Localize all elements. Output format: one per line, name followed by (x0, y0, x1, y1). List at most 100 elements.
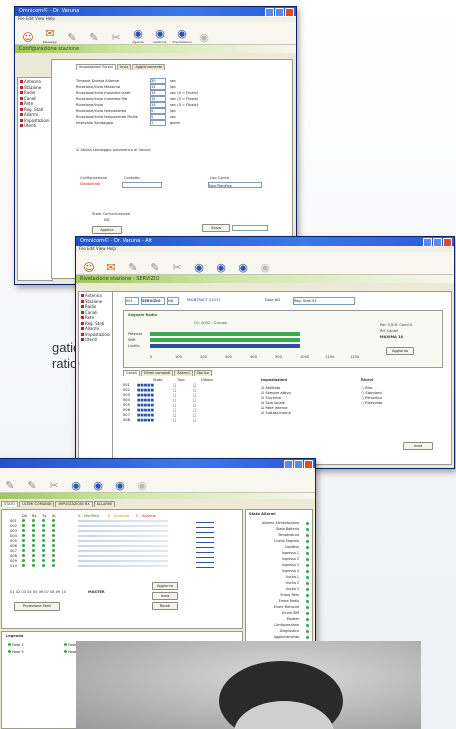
tab-history[interactable]: Storico (193, 370, 212, 376)
toolbar-agenda-button[interactable]: ◉ Agenda (127, 24, 149, 45)
status-dot (306, 629, 309, 633)
toolbar-settings-button[interactable]: ◉ (232, 254, 254, 274)
maximize-button[interactable] (433, 238, 442, 247)
refresh-button[interactable]: Aggiorna (386, 347, 414, 355)
toolbar-tool-button[interactable]: ✎ (0, 472, 21, 492)
signal-label-level: Livello (128, 344, 140, 348)
window-titlebar (0, 459, 315, 469)
toolbar-tool-button[interactable]: ✂ (43, 472, 65, 492)
maximize-button[interactable] (275, 8, 284, 17)
toolbar-person-button[interactable]: ☺ (78, 254, 100, 274)
snr-bar (150, 338, 300, 342)
status-link[interactable] (196, 529, 214, 533)
minimize-button[interactable] (265, 8, 274, 17)
toolbar-settings-button[interactable]: ◉ Impostazioni (171, 24, 193, 45)
config-label: Configurazione (80, 176, 108, 180)
toolbar-tool-button[interactable]: ✎ (122, 254, 144, 274)
toolbar-agenda-button[interactable]: ◉ (65, 472, 87, 492)
reg-states-field[interactable]: Reg. Stati 01 (293, 297, 355, 305)
setting-label: Ricezione/Invio (76, 102, 104, 107)
navigation-tree[interactable]: Antenna Stazione Radio Canali Rete Reg. … (17, 77, 53, 281)
tab-status[interactable]: STATO (1, 501, 19, 507)
navigation-tree[interactable]: Antenna Stazione Radio Canali Rete Reg. … (78, 291, 114, 465)
toolbar-extra-button[interactable]: ◉ (254, 254, 276, 274)
tab-alarms[interactable]: Allarmi (174, 370, 193, 376)
toolbar-tool-button[interactable]: ✂ (105, 24, 127, 44)
axis-tick-label: 200 (200, 355, 207, 359)
toolbar-tool-button[interactable]: ✎ (21, 472, 43, 492)
minimize-button[interactable] (284, 460, 293, 469)
toolbar-manage-button[interactable]: ◉ (210, 254, 232, 274)
signal-right-3: MAXIMA 10 (380, 335, 404, 339)
toolbar-label: Messaggi (42, 40, 58, 44)
apply-button[interactable]: Applica (92, 226, 122, 234)
toolbar-tool-button[interactable]: ✎ (61, 24, 83, 44)
toolbar-agenda-button[interactable]: ◉ (188, 254, 210, 274)
maximize-button[interactable] (294, 460, 303, 469)
close-button[interactable] (443, 238, 452, 247)
usage-input[interactable]: Non Pianifica (208, 182, 262, 188)
toolbar-tool-button[interactable]: ✂ (166, 254, 188, 274)
save-button[interactable]: Salva (202, 224, 230, 232)
status-dot (306, 527, 309, 531)
grid-send-button[interactable]: Invia (152, 592, 178, 600)
status-link[interactable] (196, 539, 214, 543)
grid-row[interactable]: 010 (10, 564, 70, 569)
globe-icon: ◉ (71, 479, 81, 492)
close-button[interactable] (285, 8, 294, 17)
minimize-button[interactable] (423, 238, 432, 247)
tree-item[interactable]: Utenti (81, 337, 111, 343)
toolbar-person-button[interactable]: ☺ (17, 24, 39, 44)
tab-update[interactable]: Aggiornamento (132, 64, 166, 70)
tree-item[interactable]: Utenti (20, 123, 50, 129)
setting-label: Ricezione/Invio Massimo (76, 84, 121, 89)
toolbar-extra-button[interactable]: ◉ (131, 472, 153, 492)
field-value: ND (168, 299, 174, 303)
service-field[interactable]: SERVIZIO (141, 297, 165, 305)
close-button[interactable] (304, 460, 313, 469)
toolbar-settings-button[interactable]: ◉ (109, 472, 131, 492)
toolbar-extra-button[interactable]: ◉ (193, 24, 215, 44)
grid-update-button[interactable]: Aggiorna (152, 582, 178, 590)
status-link[interactable] (196, 554, 214, 558)
tab-send[interactable]: Invia (116, 64, 132, 70)
tab-last-commands[interactable]: Ultimi comandi (140, 370, 174, 376)
toolbar-messages-button[interactable]: ✉ Messaggi (39, 24, 61, 45)
tab-alarms[interactable]: ALLARMI (93, 501, 115, 507)
option-checkbox[interactable]: ☑ Sottoscrizione (261, 411, 331, 416)
checkbox-label: Abilita sondaggio automatico al riavvio (80, 148, 151, 152)
save-input[interactable] (232, 225, 268, 231)
tab-last-commands[interactable]: ULTIMI COMANDI (19, 501, 55, 507)
status-dot (306, 521, 309, 525)
list-item[interactable]: 008 ■■■■■ □ □ (123, 418, 243, 423)
status-link[interactable] (196, 559, 214, 563)
status-link[interactable] (196, 519, 214, 523)
tab-receive[interactable]: Impostazioni Ricevi (76, 64, 116, 70)
contact-input[interactable] (122, 182, 162, 188)
station-number-field[interactable]: 001 (125, 297, 139, 305)
receive-option[interactable]: ○ Riservato (361, 401, 431, 406)
tab-channels[interactable]: Canali (123, 370, 140, 376)
status-link[interactable] (196, 534, 214, 538)
folder-icon (20, 80, 23, 84)
nd-field[interactable]: ND (167, 297, 179, 305)
status-dot (306, 635, 309, 639)
status-dot (306, 587, 309, 591)
status-link[interactable] (196, 564, 214, 568)
toolbar-tool-button[interactable]: ✎ (144, 254, 166, 274)
folder-icon (81, 310, 84, 314)
status-bar (78, 560, 168, 562)
toolbar-tool-button[interactable]: ✎ (83, 24, 105, 44)
auto-poll-checkbox[interactable]: ☑ Abilita sondaggio automatico al riavvi… (76, 148, 151, 152)
status-link[interactable] (196, 549, 214, 553)
setting-input[interactable]: 1 (150, 120, 166, 126)
grid-repeat-button[interactable]: Ripeti (152, 602, 178, 610)
send-button[interactable]: Invia (403, 442, 433, 450)
toolbar-manage-button[interactable]: ◉ Gestione (149, 24, 171, 45)
tab-rx-settings[interactable]: IMPOSTAZIONI RX (55, 501, 93, 507)
toolbar-messages-button[interactable]: ✉ (100, 254, 122, 274)
status-link[interactable] (196, 544, 214, 548)
toolbar-manage-button[interactable]: ◉ (87, 472, 109, 492)
projection-button[interactable]: Proiezione Stati (14, 602, 60, 611)
status-link[interactable] (196, 524, 214, 528)
